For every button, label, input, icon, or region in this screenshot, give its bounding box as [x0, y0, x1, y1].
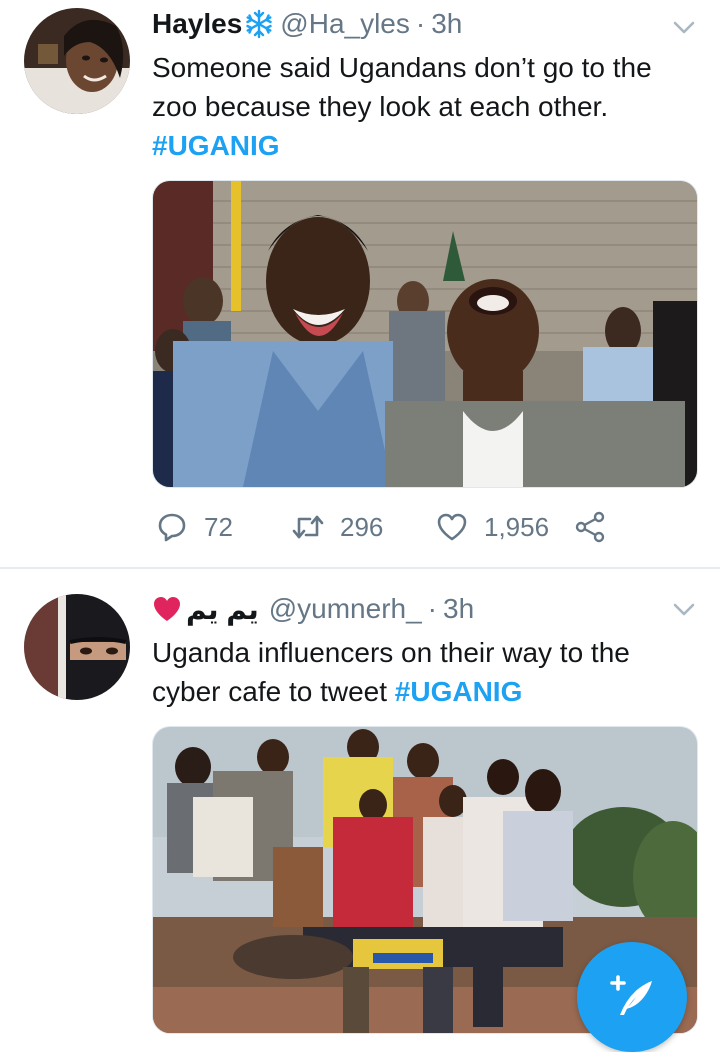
share-button[interactable] — [574, 505, 606, 549]
tweet-divider — [0, 567, 720, 569]
chevron-down-icon[interactable] — [672, 602, 696, 618]
display-name[interactable]: يم يم — [186, 593, 259, 626]
snowflake-icon — [244, 9, 274, 39]
tweet-text: Uganda influencers on their way to the c… — [152, 633, 697, 711]
tweet-text-line: Someone said Ugandans don’t go to the — [152, 52, 652, 83]
like-button[interactable]: 1,956 — [436, 505, 549, 549]
user-handle[interactable]: @Ha_yles — [280, 8, 410, 40]
tweet-media-photo[interactable] — [152, 180, 698, 488]
avatar[interactable] — [24, 594, 130, 700]
tweet-header: Hayles @Ha_yles · 3h — [152, 4, 462, 44]
like-count: 1,956 — [484, 511, 550, 542]
avatar[interactable] — [24, 8, 130, 114]
avatar-image — [24, 8, 130, 114]
separator-dot: · — [427, 593, 437, 624]
heart-icon — [152, 594, 182, 624]
retweet-icon — [292, 515, 324, 539]
reply-button[interactable]: 72 — [156, 505, 233, 549]
retweet-button[interactable]: 296 — [292, 505, 383, 549]
avatar-image — [24, 594, 130, 700]
tweet-text-segment: cyber cafe to tweet — [152, 676, 395, 707]
tweet-text-line: cyber cafe to tweet #UGANIG — [152, 672, 697, 711]
display-name[interactable]: Hayles — [152, 8, 242, 40]
tweet-card[interactable]: Hayles @Ha_yles · 3h Someone said Uganda… — [0, 0, 720, 568]
tweet-text-line: zoo because they look at each other. — [152, 91, 609, 122]
photo-image — [153, 181, 697, 487]
compose-feather-icon — [610, 975, 652, 1015]
chevron-down-icon[interactable] — [672, 20, 696, 36]
user-handle[interactable]: @yumnerh_ — [269, 593, 422, 625]
share-icon — [575, 511, 605, 543]
separator-dot: · — [415, 8, 426, 39]
tweet-header: يم يم @yumnerh_ · 3h — [152, 589, 474, 629]
tweet-text-line: Uganda influencers on their way to the — [152, 637, 630, 668]
hashtag-link[interactable]: #UGANIG — [152, 126, 697, 165]
reply-count: 72 — [204, 511, 233, 542]
hashtag-link[interactable]: #UGANIG — [395, 676, 523, 707]
timestamp[interactable]: 3h — [443, 593, 474, 625]
reply-icon — [158, 513, 186, 542]
compose-tweet-button[interactable] — [577, 942, 687, 1052]
timestamp[interactable]: 3h — [431, 8, 462, 40]
retweet-count: 296 — [340, 511, 384, 542]
tweet-text: Someone said Ugandans don’t go to the zo… — [152, 48, 697, 165]
heart-icon — [437, 513, 467, 541]
tweet-actions: 72 296 1,956 — [156, 505, 626, 549]
